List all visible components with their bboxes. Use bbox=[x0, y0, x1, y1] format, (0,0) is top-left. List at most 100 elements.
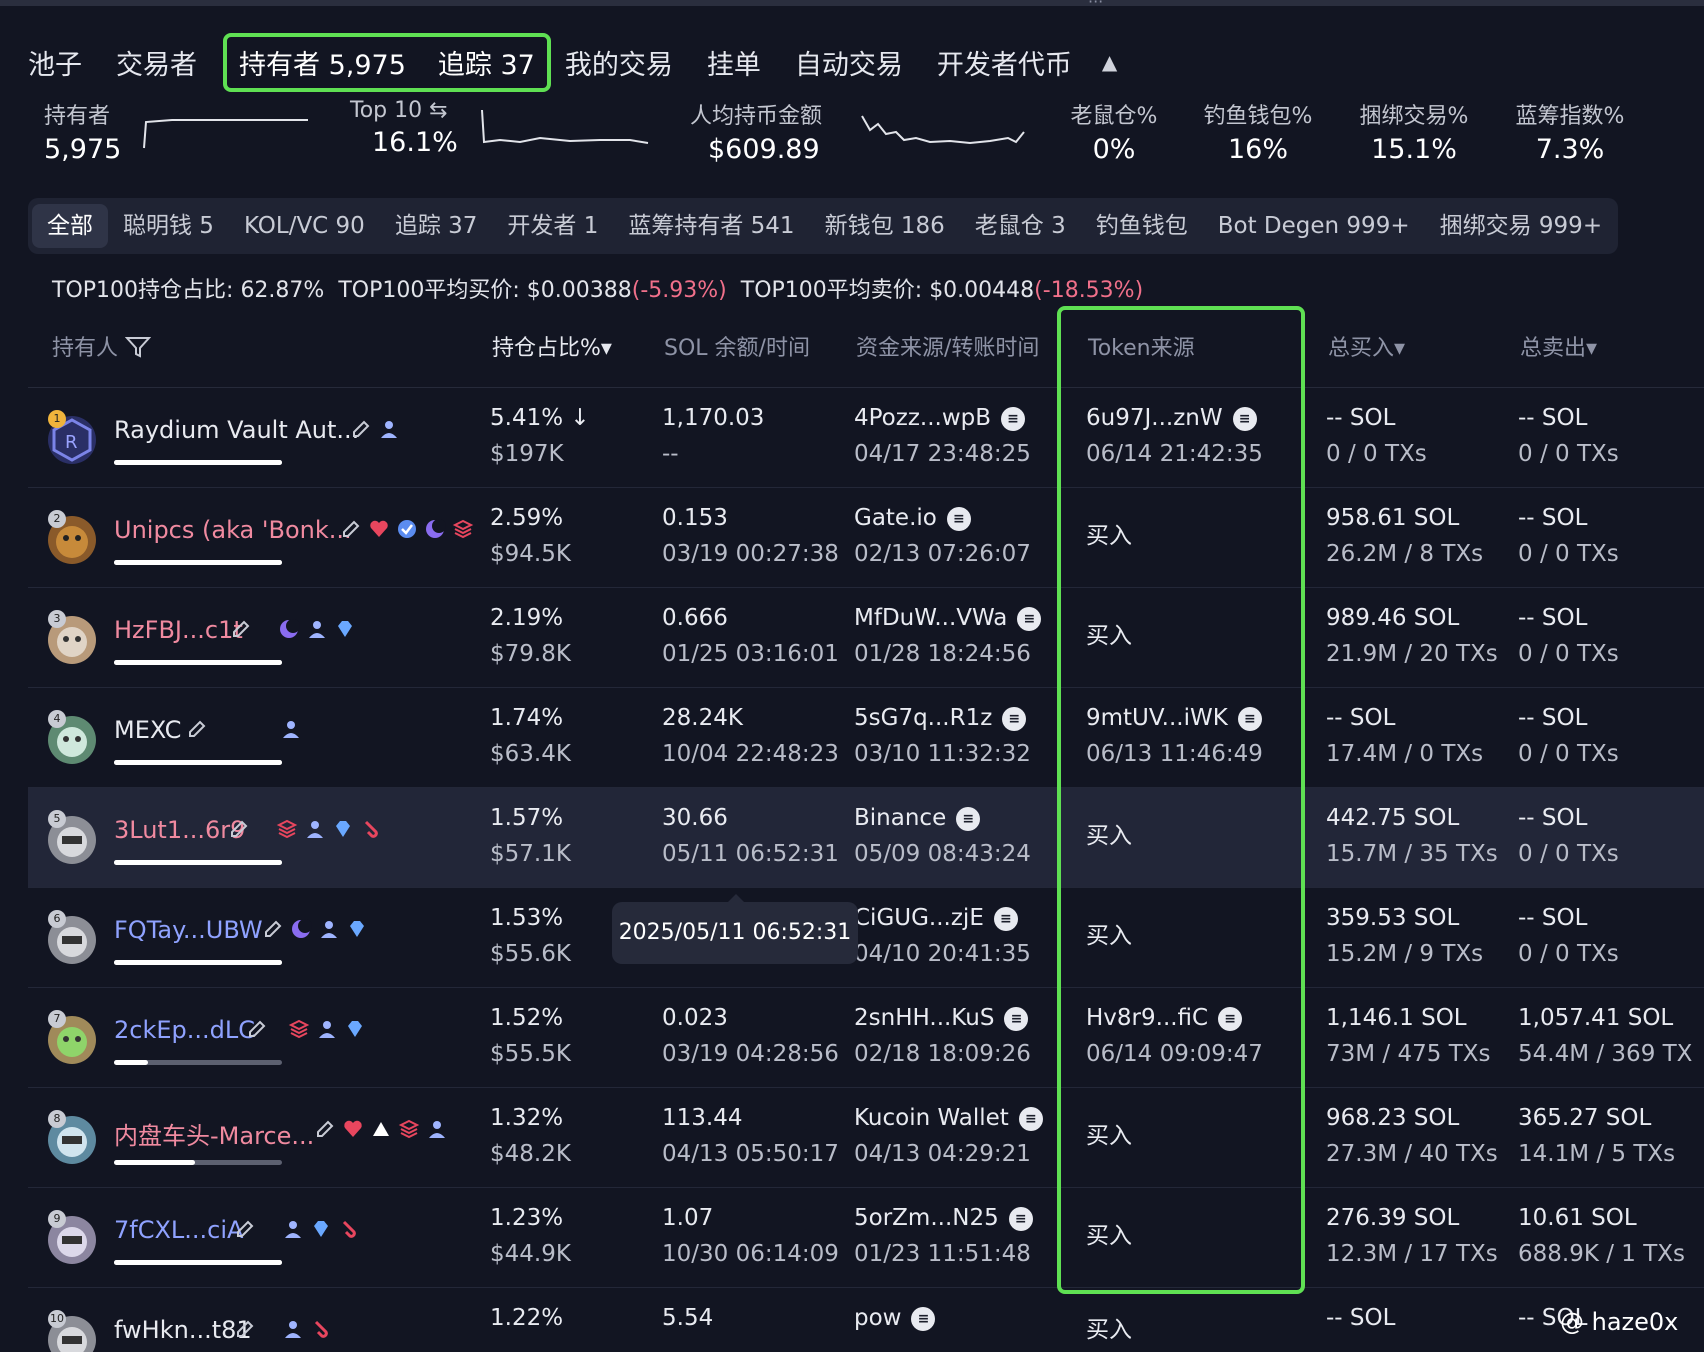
holder-name[interactable]: FQTay...UBW bbox=[114, 916, 263, 944]
table-row[interactable]: 1 R Raydium Vault Aut... 5.41% ↓ $197K 1,… bbox=[28, 388, 1704, 488]
token-cell[interactable]: 买入 bbox=[1086, 1312, 1132, 1348]
token-source[interactable]: 买入 bbox=[1086, 1223, 1132, 1249]
chip-new-wallet[interactable]: 新钱包 186 bbox=[810, 204, 960, 248]
token-source[interactable]: 6u97J...znW bbox=[1086, 405, 1223, 431]
funding[interactable]: 5sG7q...R1z bbox=[854, 705, 992, 731]
funding[interactable]: MfDuW...VWa bbox=[854, 605, 1007, 631]
filter-icon[interactable] bbox=[124, 335, 152, 359]
token-source[interactable]: Hv8r9...fiC bbox=[1086, 1005, 1208, 1031]
token-source[interactable]: 买入 bbox=[1086, 823, 1132, 849]
holder-name[interactable]: 2ckEp...dLC bbox=[114, 1016, 255, 1044]
funding[interactable]: 4Pozz...wpB bbox=[854, 405, 991, 431]
funding-cell[interactable]: MfDuW...VWa ≡ 01/28 18:24:56 bbox=[854, 600, 1042, 672]
funding-cell[interactable]: 5sG7q...R1z ≡ 03/10 11:32:32 bbox=[854, 700, 1031, 772]
edit-icon[interactable] bbox=[262, 918, 284, 940]
token-cell[interactable]: 买入 bbox=[1086, 1118, 1132, 1154]
token-cell[interactable]: 买入 bbox=[1086, 818, 1132, 854]
funding-cell[interactable]: 4Pozz...wpB ≡ 04/17 23:48:25 bbox=[854, 400, 1031, 472]
edit-icon[interactable] bbox=[234, 1318, 256, 1340]
holder-name[interactable]: 3Lut1...6r9 bbox=[114, 816, 245, 844]
table-row[interactable]: 3 HzFBJ...c1t 2.19% $79.8K 0.666 01/25 03:… bbox=[28, 588, 1704, 688]
table-row[interactable]: 9 7fCXL...ciA 1.23% $44.9K 1.07 10/30 06:1… bbox=[28, 1188, 1704, 1288]
funding[interactable]: 2snHH...KuS bbox=[854, 1005, 994, 1031]
holder-name[interactable]: MEXC bbox=[114, 716, 181, 744]
funding[interactable]: Gate.io bbox=[854, 505, 937, 531]
funding[interactable]: Kucoin Wallet bbox=[854, 1105, 1009, 1131]
funding[interactable]: Binance bbox=[854, 805, 946, 831]
holder-name[interactable]: Raydium Vault Aut... bbox=[114, 416, 359, 444]
chip-bot-degen[interactable]: Bot Degen 999+ bbox=[1203, 204, 1425, 248]
token-source[interactable]: 9mtUV...iWK bbox=[1086, 705, 1228, 731]
holder-name[interactable]: HzFBJ...c1t bbox=[114, 616, 243, 644]
funding-cell[interactable]: Binance ≡ 05/09 08:43:24 bbox=[854, 800, 1031, 872]
funding[interactable]: pow bbox=[854, 1305, 901, 1331]
funding-cell[interactable]: 2snHH...KuS ≡ 02/18 18:09:26 bbox=[854, 1000, 1031, 1072]
edit-icon[interactable] bbox=[186, 718, 208, 740]
token-cell[interactable]: 买入 bbox=[1086, 618, 1132, 654]
collapse-icon[interactable]: ▲ bbox=[1102, 50, 1117, 74]
tab-orders[interactable]: 挂单 bbox=[707, 43, 761, 82]
table-row[interactable]: 2 Unipcs (aka 'Bonk... 2.59% $94.5K 0.153… bbox=[28, 488, 1704, 588]
more-dots-icon[interactable]: ··· bbox=[1088, 0, 1103, 11]
holder-name[interactable]: 7fCXL...ciA bbox=[114, 1216, 243, 1244]
funding-cell[interactable]: CiGUG...zjE ≡ 04/10 20:41:35 bbox=[854, 900, 1031, 972]
col-sell[interactable]: 总卖出▾ bbox=[1520, 330, 1597, 362]
table-row[interactable]: 8 内盘车头-Marce... 1.32% $48.2K 113.44 04/13 … bbox=[28, 1088, 1704, 1188]
table-row[interactable]: 10 fwHkn...t81 1.22% 5.54 pow ≡ 买入 -- SOL… bbox=[28, 1288, 1704, 1352]
holder-name[interactable]: fwHkn...t81 bbox=[114, 1316, 252, 1344]
funding[interactable]: 5orZm...N25 bbox=[854, 1205, 999, 1231]
token-cell[interactable]: 买入 bbox=[1086, 1218, 1132, 1254]
tab-auto-trade[interactable]: 自动交易 bbox=[795, 43, 903, 82]
token-cell[interactable]: 9mtUV...iWK ≡ 06/13 11:46:49 bbox=[1086, 700, 1263, 772]
chip-phishing[interactable]: 钓鱼钱包 bbox=[1081, 204, 1203, 248]
token-source[interactable]: 买入 bbox=[1086, 1317, 1132, 1343]
chip-tracked[interactable]: 追踪 37 bbox=[380, 204, 493, 248]
token-cell[interactable]: 6u97J...znW ≡ 06/14 21:42:35 bbox=[1086, 400, 1263, 472]
edit-icon[interactable] bbox=[234, 1218, 256, 1240]
col-pct[interactable]: 持仓占比%▾ bbox=[492, 330, 612, 362]
table-row[interactable]: 4 MEXC 1.74% $63.4K 28.24K 10/04 22:48:23 … bbox=[28, 688, 1704, 788]
col-funding[interactable]: 资金来源/转账时间 bbox=[856, 330, 1039, 362]
chip-bundle[interactable]: 捆绑交易 999+ bbox=[1425, 204, 1617, 248]
token-source[interactable]: 买入 bbox=[1086, 523, 1132, 549]
tab-holders[interactable]: 持有者 5,975 bbox=[239, 43, 406, 82]
tab-tracked[interactable]: 追踪 37 bbox=[438, 43, 535, 82]
funding-cell[interactable]: Kucoin Wallet ≡ 04/13 04:29:21 bbox=[854, 1100, 1043, 1172]
holder-name[interactable]: Unipcs (aka 'Bonk... bbox=[114, 516, 352, 544]
edit-icon[interactable] bbox=[314, 1118, 336, 1140]
table-row[interactable]: 6 FQTay...UBW 1.53% $55.6K CiGUG...zjE ≡ 04… bbox=[28, 888, 1704, 988]
col-buy[interactable]: 总买入▾ bbox=[1328, 330, 1405, 362]
table-row[interactable]: 7 2ckEp...dLC 1.52% $55.5K 0.023 03/19 04:… bbox=[28, 988, 1704, 1088]
chip-bluechip[interactable]: 蓝筹持有者 541 bbox=[613, 204, 809, 248]
col-holder[interactable]: 持有人 bbox=[52, 330, 152, 362]
sol-time[interactable]: 05/11 06:52:31 bbox=[662, 841, 839, 867]
token-cell[interactable]: 买入 bbox=[1086, 518, 1132, 554]
tab-my-trades[interactable]: 我的交易 bbox=[565, 43, 673, 82]
table-row[interactable]: 5 3Lut1...6r9 1.57% $57.1K 30.66 05/11 06:… bbox=[28, 788, 1704, 888]
chip-all[interactable]: 全部 bbox=[32, 204, 108, 248]
edit-icon[interactable] bbox=[228, 818, 250, 840]
chip-rat[interactable]: 老鼠仓 3 bbox=[960, 204, 1081, 248]
holder-name[interactable]: 内盘车头-Marce... bbox=[114, 1116, 314, 1151]
tab-dev-tokens[interactable]: 开发者代币 bbox=[937, 43, 1072, 82]
tab-pools[interactable]: 池子 bbox=[28, 43, 82, 82]
tab-traders[interactable]: 交易者 bbox=[116, 43, 197, 82]
token-source[interactable]: 买入 bbox=[1086, 623, 1132, 649]
token-cell[interactable]: Hv8r9...fiC ≡ 06/14 09:09:47 bbox=[1086, 1000, 1263, 1072]
col-sol[interactable]: SOL 余额/时间 bbox=[664, 330, 810, 362]
funding-cell[interactable]: Gate.io ≡ 02/13 07:26:07 bbox=[854, 500, 1031, 572]
edit-icon[interactable] bbox=[350, 418, 372, 440]
chip-smart-money[interactable]: 聪明钱 5 bbox=[108, 204, 229, 248]
funding-cell[interactable]: pow ≡ bbox=[854, 1300, 936, 1336]
funding[interactable]: CiGUG...zjE bbox=[854, 905, 984, 931]
edit-icon[interactable] bbox=[246, 1018, 268, 1040]
chip-developer[interactable]: 开发者 1 bbox=[492, 204, 613, 248]
edit-icon[interactable] bbox=[230, 618, 252, 640]
col-token[interactable]: Token来源 bbox=[1088, 330, 1195, 362]
token-source[interactable]: 买入 bbox=[1086, 923, 1132, 949]
token-cell[interactable]: 买入 bbox=[1086, 918, 1132, 954]
chip-kol-vc[interactable]: KOL/VC 90 bbox=[229, 204, 380, 248]
stat-label[interactable]: Top 10 ⇆ bbox=[350, 98, 458, 123]
token-source[interactable]: 买入 bbox=[1086, 1123, 1132, 1149]
edit-icon[interactable] bbox=[340, 518, 362, 540]
